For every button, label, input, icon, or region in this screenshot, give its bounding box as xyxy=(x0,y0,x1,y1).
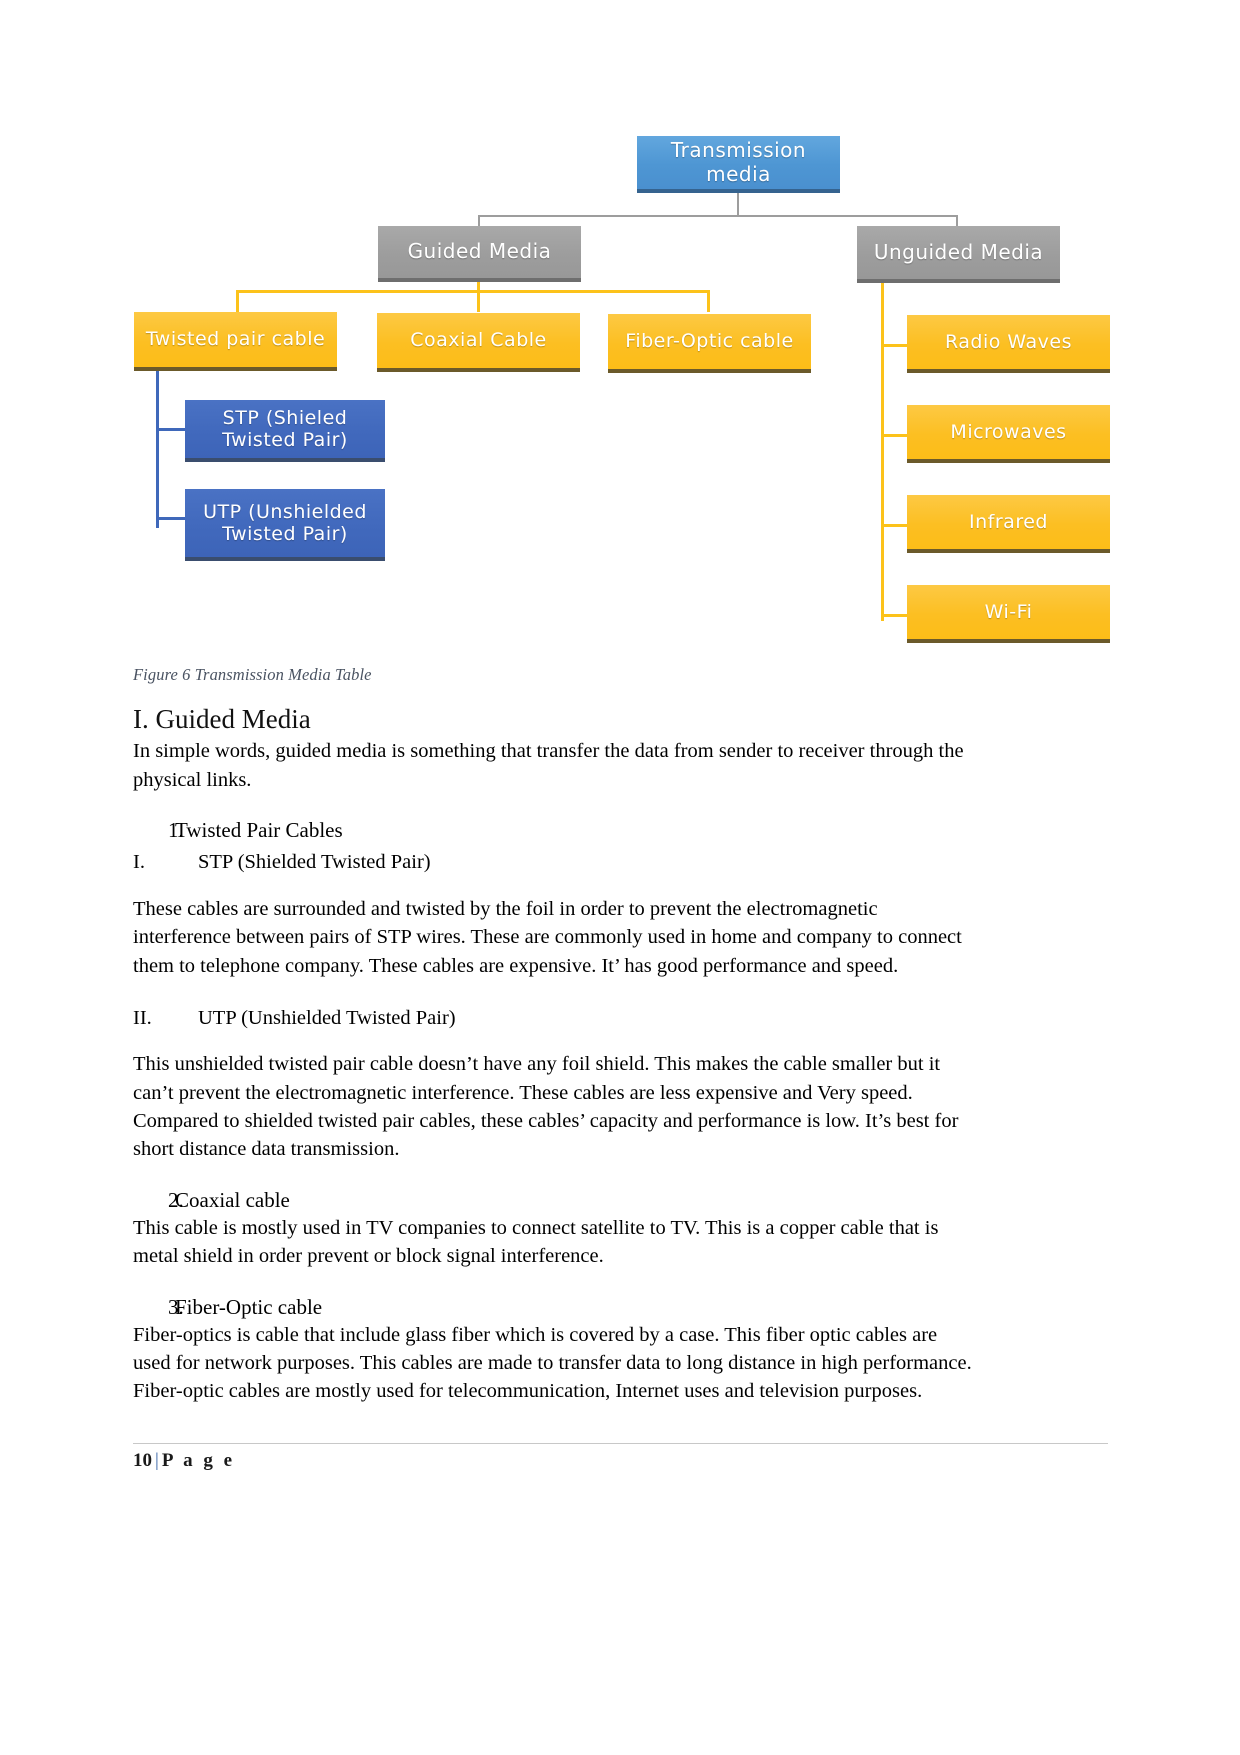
footer-divider xyxy=(133,1443,1108,1444)
diagram-node-label: Unguided Media xyxy=(873,239,1044,264)
diagram-node-label: Radio Waves xyxy=(945,330,1072,353)
stp-paragraph: These cables are surrounded and twisted … xyxy=(133,897,962,977)
diagram-node-stp[interactable]: STP (Shieled Twisted Pair) xyxy=(185,400,385,462)
diagram-node-unguided-media[interactable]: Unguided Media xyxy=(857,226,1060,283)
list-item-fiber-optic-cable: 3. Fiber-Optic cable xyxy=(133,1293,978,1321)
connector-root-stem xyxy=(737,193,739,217)
connector-to-fiber-optic xyxy=(707,290,710,312)
diagram-node-label: Infrared xyxy=(969,510,1048,533)
diagram-node-microwaves[interactable]: Microwaves xyxy=(907,405,1110,463)
diagram-node-coaxial-cable[interactable]: Coaxial Cable xyxy=(377,313,580,372)
diagram-node-twisted-pair-cable[interactable]: Twisted pair cable xyxy=(134,312,337,371)
roman-item-utp: II. UTP (Unshielded Twisted Pair) xyxy=(133,1005,978,1033)
connector-twisted-vertical xyxy=(156,371,159,528)
diagram-node-label: Wi-Fi xyxy=(984,600,1033,623)
diagram-node-label: Guided Media xyxy=(407,239,552,264)
roman-item-label: UTP (Unshielded Twisted Pair) xyxy=(198,1006,456,1029)
diagram-node-utp[interactable]: UTP (Unshielded Twisted Pair) xyxy=(185,489,385,561)
utp-paragraph: This unshielded twisted pair cable doesn… xyxy=(133,1053,959,1161)
footer-separator: | xyxy=(155,1450,159,1471)
list-marker: 1. xyxy=(168,817,184,842)
diagram-node-transmission-media[interactable]: Transmission media xyxy=(637,136,840,193)
connector-guided-horizontal xyxy=(236,290,710,293)
page-title: I. Guided Media xyxy=(133,704,311,734)
roman-item-label: STP (Shielded Twisted Pair) xyxy=(198,851,431,874)
roman-marker: I. xyxy=(133,851,145,874)
connector-root-horizontal xyxy=(478,215,958,217)
connector-to-coaxial xyxy=(477,290,480,312)
transmission-media-diagram: Transmission media Guided Media Unguided… xyxy=(0,108,1240,668)
diagram-node-label: Coaxial Cable xyxy=(410,329,547,352)
diagram-node-label: Twisted pair cable xyxy=(145,328,326,351)
diagram-node-infrared[interactable]: Infrared xyxy=(907,495,1110,553)
diagram-node-fiber-optic-cable[interactable]: Fiber-Optic cable xyxy=(608,314,811,373)
document-content: I. Guided Media In simple words, guided … xyxy=(133,703,978,1406)
list-item-label: Coaxial cable xyxy=(175,1187,290,1212)
roman-item-stp: I. STP (Shielded Twisted Pair) xyxy=(133,849,978,877)
footer-page-word: P a g e xyxy=(161,1450,236,1471)
diagram-node-radio-waves[interactable]: Radio Waves xyxy=(907,315,1110,373)
diagram-node-label: Transmission media xyxy=(670,137,807,186)
intro-paragraph: In simple words, guided media is somethi… xyxy=(133,740,964,791)
diagram-node-label: STP (Shieled Twisted Pair) xyxy=(222,406,348,451)
list-item-twisted-pair-cables: 1. Twisted Pair Cables xyxy=(133,816,978,844)
footer-page-number: 10 xyxy=(133,1450,152,1471)
diagram-node-label: UTP (Unshielded Twisted Pair) xyxy=(203,500,367,545)
list-item-label: Twisted Pair Cables xyxy=(175,817,343,842)
list-marker: 3. xyxy=(168,1294,184,1319)
fiber-paragraph: Fiber-optics is cable that include glass… xyxy=(133,1323,972,1403)
list-marker: 2. xyxy=(168,1187,184,1212)
diagram-node-wifi[interactable]: Wi-Fi xyxy=(907,585,1110,643)
coaxial-paragraph: This cable is mostly used in TV companie… xyxy=(133,1216,939,1268)
connector-to-twisted-pair xyxy=(236,290,239,312)
list-item-label: Fiber-Optic cable xyxy=(175,1294,323,1319)
diagram-node-guided-media[interactable]: Guided Media xyxy=(378,226,581,282)
list-item-coaxial-cable: 2. Coaxial cable xyxy=(133,1186,978,1214)
connector-unguided-vertical xyxy=(881,283,884,621)
document-page: Transmission media Guided Media Unguided… xyxy=(0,0,1240,1755)
diagram-node-label: Microwaves xyxy=(950,420,1067,443)
page-footer: 10 | P a g e xyxy=(133,1450,235,1472)
figure-caption: Figure 6 Transmission Media Table xyxy=(133,665,372,684)
diagram-node-label: Fiber-Optic cable xyxy=(625,330,794,353)
roman-marker: II. xyxy=(133,1006,152,1029)
